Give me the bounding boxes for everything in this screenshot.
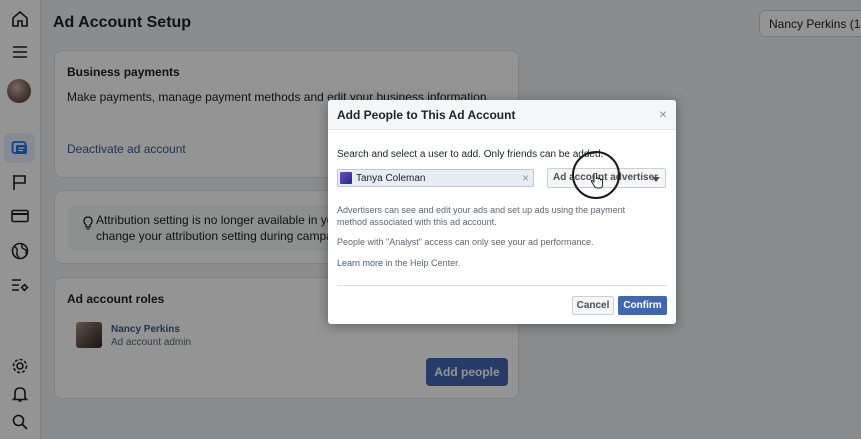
remove-user-icon[interactable]: × — [522, 171, 529, 185]
hand-cursor-icon — [590, 172, 604, 189]
add-people-dialog: Add People to This Ad Account × Search a… — [328, 100, 676, 324]
dialog-header: Add People to This Ad Account × — [328, 100, 676, 130]
advertiser-info-line-2: method associated with this ad account. — [337, 217, 497, 227]
learn-more-text: Learn more in the Help Center. — [337, 257, 657, 269]
learn-more-suffix: in the Help Center. — [383, 258, 461, 268]
dialog-title: Add People to This Ad Account — [337, 108, 516, 122]
advertiser-info-line-1: Advertisers can see and edit your ads an… — [337, 205, 626, 215]
dialog-divider — [337, 285, 667, 286]
advertiser-info: Advertisers can see and edit your ads an… — [337, 204, 657, 228]
dialog-instructions: Search and select a user to add. Only fr… — [337, 149, 604, 160]
confirm-button[interactable]: Confirm — [618, 296, 667, 315]
user-avatar — [340, 172, 352, 184]
cancel-button[interactable]: Cancel — [572, 296, 614, 315]
selected-user-name: Tanya Coleman — [356, 173, 426, 184]
analyst-info: People with "Analyst" access can only se… — [337, 237, 594, 247]
user-search-input[interactable]: Tanya Coleman × — [337, 169, 534, 187]
learn-more-link[interactable]: Learn more — [337, 258, 383, 268]
close-icon[interactable]: × — [659, 107, 667, 121]
chevron-down-icon — [652, 177, 660, 182]
